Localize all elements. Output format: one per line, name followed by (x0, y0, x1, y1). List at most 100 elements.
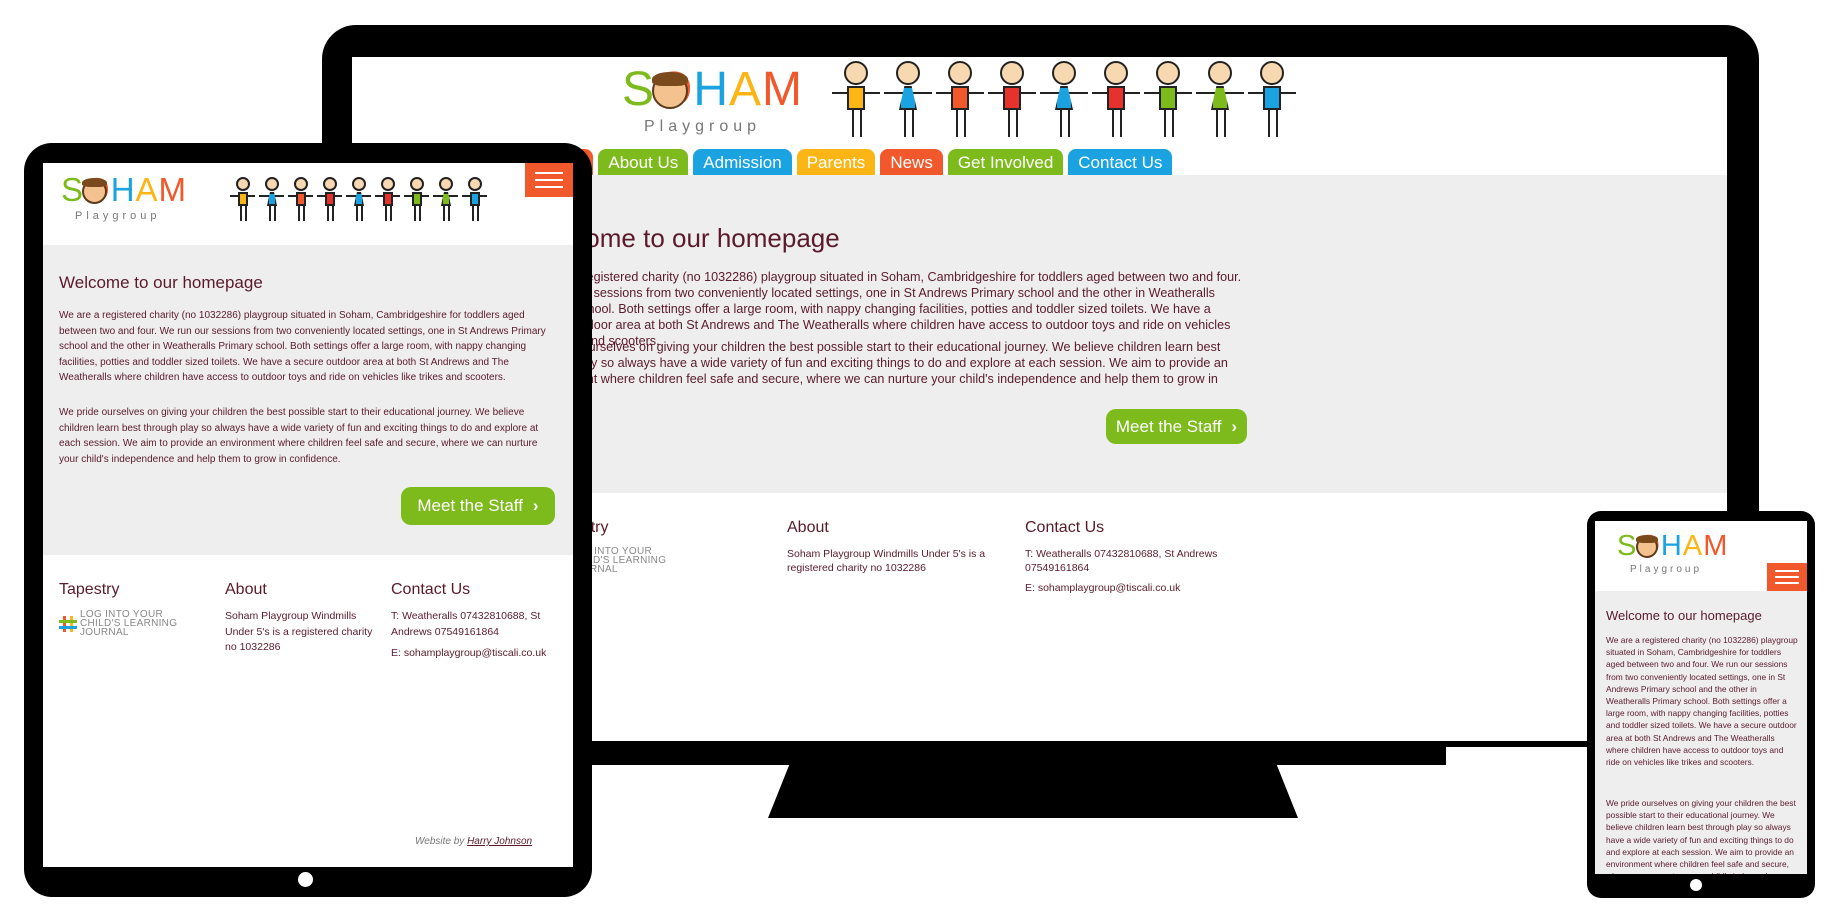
logo-letter: A (729, 63, 763, 116)
children-illustration (830, 59, 1296, 137)
child-leg (303, 206, 305, 221)
child-figure-icon (934, 61, 986, 137)
nav-tab-news[interactable]: News (880, 149, 943, 176)
footer-contact-email[interactable]: E: sohamplaygroup@tiscali.co.uk (1025, 581, 1225, 595)
footer-about-title: About (225, 581, 267, 598)
site-logo[interactable]: SOHAM Playgroup (1617, 531, 1727, 576)
meet-staff-button[interactable]: Meet the Staff › (401, 487, 555, 525)
site-logo[interactable]: SOHAM Playgroup (622, 65, 802, 136)
child-leg (361, 206, 363, 221)
logo-word: SOHAM (61, 173, 187, 207)
hamburger-menu-button[interactable] (1767, 563, 1807, 591)
hamburger-menu-icon-bar (1775, 582, 1799, 584)
child-body (1107, 86, 1125, 110)
child-leg (1224, 110, 1226, 137)
logo-letter: H (693, 63, 730, 116)
child-leg (269, 206, 271, 221)
child-head (236, 177, 250, 191)
child-leg (904, 110, 906, 137)
meet-staff-label: Meet the Staff (1115, 417, 1222, 436)
child-leg (1112, 110, 1114, 137)
intro-paragraph: We are a registered charity (no 1032286)… (59, 310, 546, 383)
meet-staff-label: Meet the Staff (417, 496, 523, 515)
child-leg (1276, 110, 1278, 137)
hamburger-menu-icon-bar (534, 186, 564, 188)
child-figure-icon (1142, 61, 1194, 137)
child-leg (327, 206, 329, 221)
site-logo[interactable]: SOHAM Playgroup (61, 173, 186, 223)
tapestry-logo-stroke (70, 615, 73, 632)
tapestry-link-text: LOG INTO YOUR CHILD'S LEARNING JOURNAL (80, 609, 178, 638)
child-leg (419, 206, 421, 221)
child-leg (274, 206, 276, 221)
footer-about: About Soham Playgroup Windmills Under 5'… (787, 519, 987, 575)
child-figure-icon (315, 177, 344, 221)
footer-contact: Contact Us T: Weatheralls 07432810688, S… (391, 581, 563, 662)
child-head (1052, 61, 1076, 85)
logo-letter: M (158, 171, 188, 208)
child-head (265, 177, 279, 191)
child-leg (1008, 110, 1010, 137)
child-leg (852, 110, 854, 137)
nav-tab-admission[interactable]: Admission (693, 149, 792, 176)
child-figure-icon (257, 177, 286, 221)
child-figure-icon (373, 177, 402, 221)
child-leg (1216, 110, 1218, 137)
nav-tab-parents[interactable]: Parents (796, 149, 876, 176)
logo-letter: H (1660, 530, 1683, 562)
child-body (412, 192, 422, 206)
child-leg (240, 206, 242, 221)
child-head (439, 177, 453, 191)
child-leg (298, 206, 300, 221)
footer-contact-phone: T: Weatheralls 07432810688, St Andrews 0… (1025, 548, 1218, 574)
child-body (470, 192, 480, 206)
nav-tab-about-us[interactable]: About Us (598, 149, 689, 176)
child-body (1211, 86, 1229, 110)
child-head (352, 177, 366, 191)
child-body (325, 192, 335, 206)
logo-letter: S (1617, 530, 1638, 562)
logo-letter: A (135, 171, 159, 208)
logo-subtitle: Playgroup (644, 118, 762, 135)
meet-staff-button[interactable]: Meet the Staff › (1106, 409, 1247, 444)
logo-face-icon (1636, 535, 1658, 558)
child-leg (1164, 110, 1166, 137)
credit-prefix: Website by (415, 836, 465, 847)
tapestry-login-link[interactable]: LOG INTO YOUR CHILD'S LEARNING JOURNAL (59, 609, 196, 638)
phone-home-button[interactable] (1690, 879, 1702, 891)
tapestry-logo-icon (59, 615, 77, 632)
chevron-right-icon: › (532, 496, 539, 515)
child-leg (956, 110, 958, 137)
child-leg (1060, 110, 1062, 137)
logo-letter: S (622, 63, 656, 116)
credit-link[interactable]: Harry Johnson (467, 836, 532, 847)
child-leg (414, 206, 416, 221)
nav-tab-contact-us[interactable]: Contact Us (1068, 149, 1173, 176)
child-leg (385, 206, 387, 221)
tapestry-logo-stroke (59, 625, 77, 629)
child-head (323, 177, 337, 191)
footer-about-text: Soham Playgroup Windmills Under 5's is a… (787, 548, 986, 574)
child-leg (1068, 110, 1070, 137)
intro-paragraph: We are a registered charity (no 1032286)… (1606, 635, 1798, 768)
child-leg (860, 110, 862, 137)
child-leg (332, 206, 334, 221)
child-head (468, 177, 482, 191)
child-figure-icon (431, 177, 460, 221)
child-leg (245, 206, 247, 221)
footer-contact: Contact Us T: Weatheralls 07432810688, S… (1025, 519, 1225, 595)
logo-word: SOHAM (622, 65, 803, 115)
logo-letter: M (762, 63, 804, 116)
monitor-stand (768, 765, 1298, 818)
child-body (383, 192, 393, 206)
tablet-home-button[interactable] (298, 872, 313, 887)
child-body (1263, 86, 1281, 110)
child-body (238, 192, 248, 206)
child-head (1104, 61, 1128, 85)
logo-subtitle: Playgroup (75, 210, 161, 222)
footer-contact-email[interactable]: E: sohamplaygroup@tiscali.co.uk (391, 646, 563, 662)
child-head (896, 61, 920, 85)
nav-tab-get-involved[interactable]: Get Involved (947, 149, 1064, 176)
footer-tapestry-title: Tapestry (59, 581, 120, 598)
hamburger-menu-button[interactable] (525, 163, 573, 197)
